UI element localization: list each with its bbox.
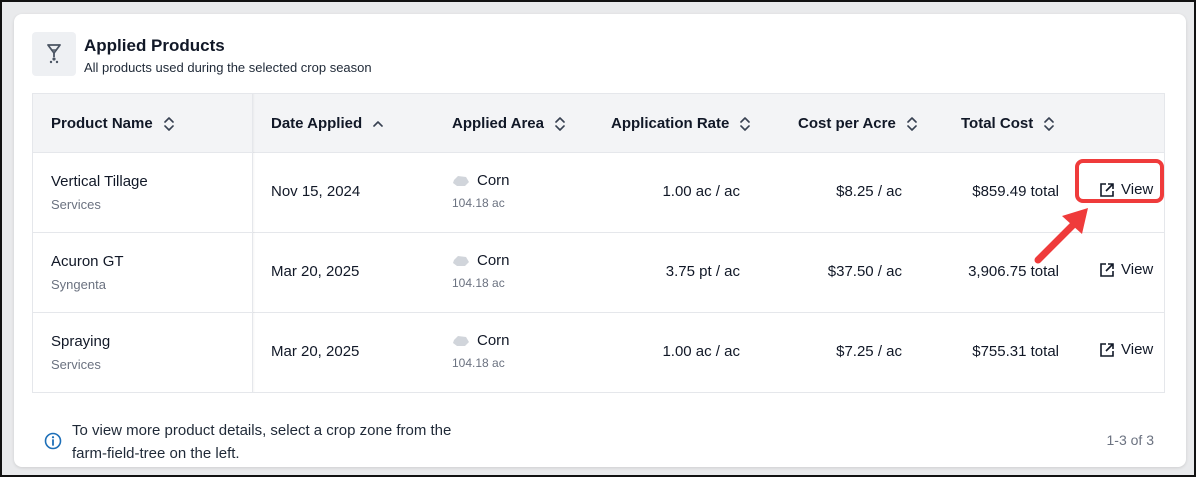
- external-link-icon: [1100, 342, 1114, 357]
- card-title: Applied Products: [84, 36, 225, 55]
- view-button[interactable]: View: [1099, 261, 1153, 278]
- date-applied: Mar 20, 2025: [271, 263, 360, 280]
- column-header-date-applied[interactable]: Date Applied: [271, 94, 384, 153]
- product-name: Vertical Tillage: [51, 173, 148, 190]
- products-table: Product Name Date Applied Applied Area A…: [32, 93, 1165, 393]
- column-header-total-cost[interactable]: Total Cost: [961, 94, 1055, 153]
- product-vendor: Services: [51, 357, 101, 372]
- field-shape-icon: [453, 256, 469, 266]
- screenshot-frame: Applied Products All products used durin…: [0, 0, 1196, 477]
- table-row: Spraying Services Mar 20, 2025 Corn 104.…: [33, 313, 1164, 392]
- crop-name: Corn: [477, 332, 510, 349]
- funnel-hourglass-icon: [32, 32, 76, 76]
- cost-per-acre: $37.50 / ac: [827, 263, 902, 280]
- field-shape-icon: [453, 336, 469, 346]
- column-header-application-rate[interactable]: Application Rate: [611, 94, 751, 153]
- sort-unsorted-icon: [907, 116, 917, 131]
- annotation-highlight-box: [1075, 159, 1164, 203]
- column-header-cost-per-acre[interactable]: Cost per Acre: [798, 94, 918, 153]
- sort-unsorted-icon: [163, 116, 174, 131]
- column-header-label: Application Rate: [611, 115, 730, 132]
- applied-area: 104.18 ac: [452, 356, 505, 370]
- column-header-label: Cost per Acre: [798, 115, 896, 132]
- total-cost: $755.31 total: [972, 343, 1059, 360]
- product-name: Spraying: [51, 333, 111, 350]
- applied-area: 104.18 ac: [452, 196, 505, 210]
- applied-products-card: Applied Products All products used durin…: [14, 14, 1186, 467]
- application-rate: 1.00 ac / ac: [662, 183, 740, 200]
- product-vendor: Services: [51, 197, 101, 212]
- column-header-label: Product Name: [51, 115, 153, 132]
- sticky-column-divider: [252, 94, 255, 392]
- sort-unsorted-icon: [740, 116, 751, 131]
- column-header-applied-area[interactable]: Applied Area: [452, 94, 566, 153]
- pagination-count: 1-3 of 3: [1106, 432, 1154, 448]
- external-link-icon: [1100, 262, 1114, 277]
- application-rate: 1.00 ac / ac: [662, 343, 740, 360]
- column-header-product-name[interactable]: Product Name: [51, 94, 175, 153]
- table-row: Vertical Tillage Services Nov 15, 2024 C…: [33, 153, 1164, 233]
- view-button-label: View: [1121, 341, 1154, 358]
- column-header-label: Total Cost: [961, 115, 1034, 132]
- date-applied: Nov 15, 2024: [271, 183, 361, 200]
- table-row: Acuron GT Syngenta Mar 20, 2025 Corn 104…: [33, 233, 1164, 313]
- total-cost: $859.49 total: [972, 183, 1059, 200]
- view-button[interactable]: View: [1099, 341, 1153, 358]
- sort-unsorted-icon: [555, 116, 565, 131]
- info-message: To view more product details, select a c…: [72, 422, 452, 462]
- sort-ascending-icon: [373, 120, 383, 127]
- product-name: Acuron GT: [51, 253, 124, 270]
- view-button-label: View: [1121, 261, 1154, 278]
- applied-area: 104.18 ac: [452, 276, 505, 290]
- column-header-label: Date Applied: [271, 115, 363, 132]
- column-header-label: Applied Area: [452, 115, 544, 132]
- cost-per-acre: $7.25 / ac: [836, 343, 902, 360]
- annotation-arrow-icon: [1034, 208, 1088, 264]
- table-header-row: Product Name Date Applied Applied Area A…: [33, 94, 1164, 153]
- cost-per-acre: $8.25 / ac: [836, 183, 902, 200]
- product-vendor: Syngenta: [51, 277, 106, 292]
- card-subtitle: All products used during the selected cr…: [84, 60, 372, 75]
- crop-name: Corn: [477, 252, 510, 269]
- crop-name: Corn: [477, 172, 510, 189]
- sort-unsorted-icon: [1044, 116, 1055, 131]
- field-shape-icon: [453, 176, 469, 186]
- application-rate: 3.75 pt / ac: [665, 263, 740, 280]
- date-applied: Mar 20, 2025: [271, 343, 360, 360]
- info-icon: [44, 432, 62, 450]
